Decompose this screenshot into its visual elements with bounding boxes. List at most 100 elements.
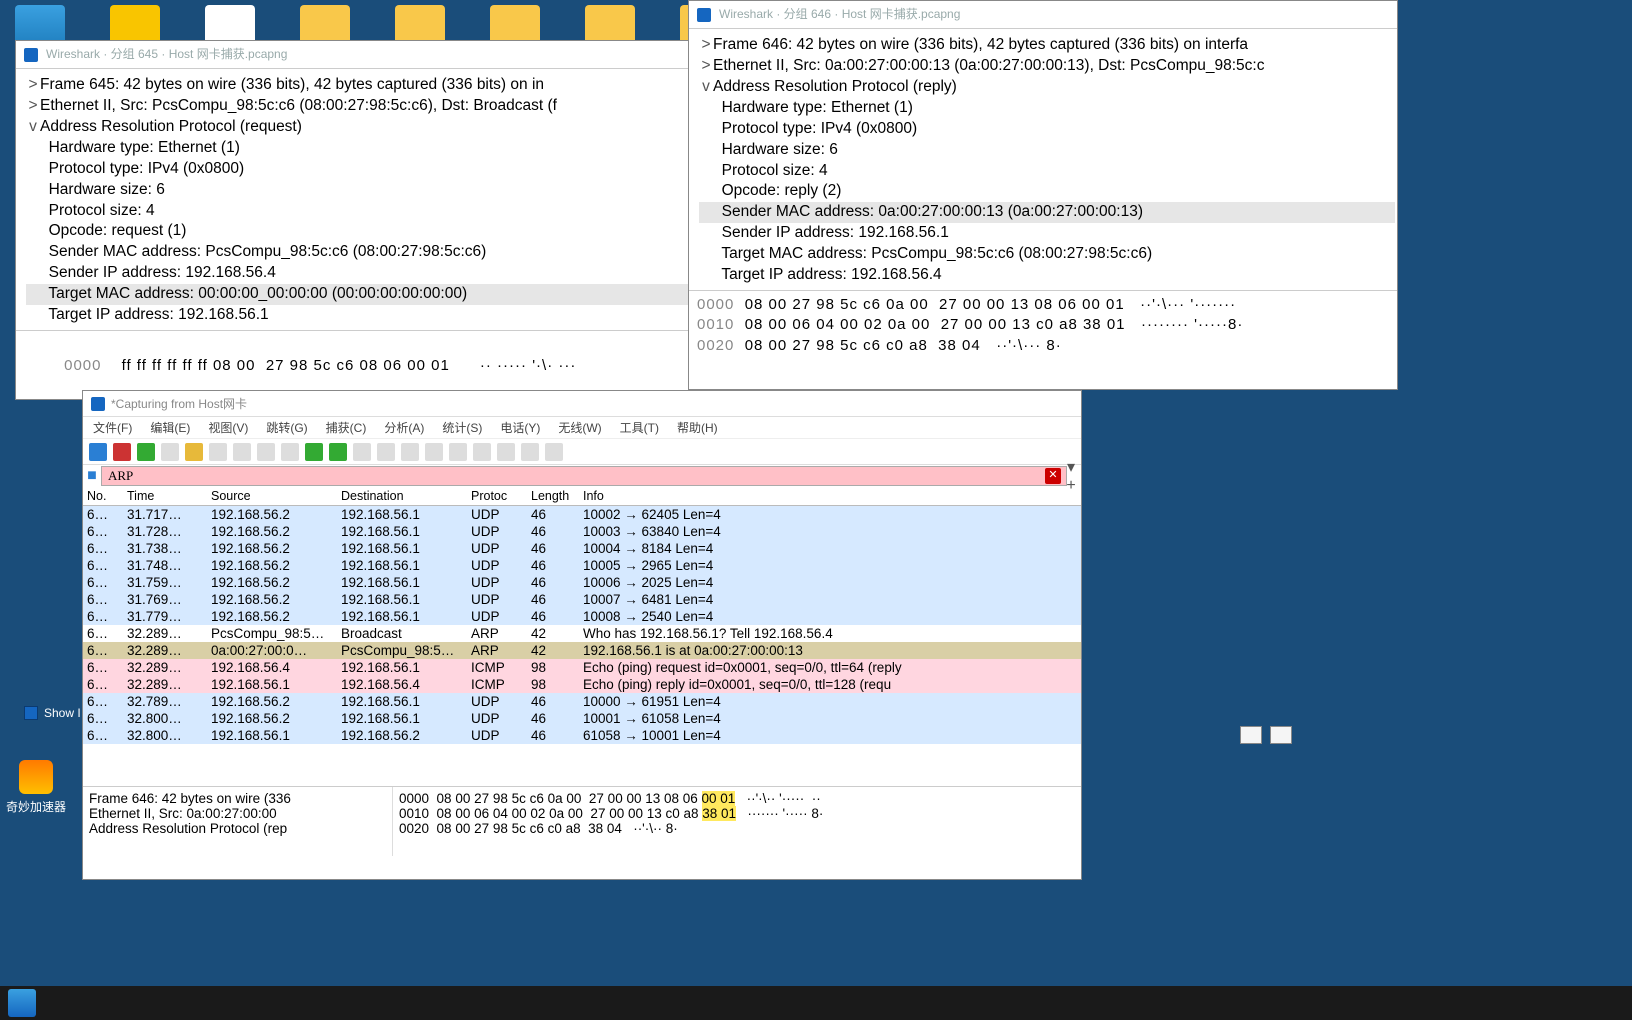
next-button[interactable] — [329, 443, 347, 461]
tree-row[interactable]: Sender MAC address: PcsCompu_98:5c:c6 (0… — [26, 242, 692, 263]
tree-row[interactable]: Sender IP address: 192.168.56.4 — [26, 263, 692, 284]
packet-row[interactable]: 6…32.289…0a:00:27:00:0…PcsCompu_98:5…ARP… — [83, 642, 1081, 659]
packet-row[interactable]: 6…31.738…192.168.56.2192.168.56.1UDP4610… — [83, 540, 1081, 557]
menu-item[interactable]: 无线(W) — [558, 419, 601, 436]
menu-item[interactable]: 跳转(G) — [266, 419, 307, 436]
close-button[interactable] — [233, 443, 251, 461]
app-icon[interactable] — [110, 5, 160, 45]
tree-row[interactable]: >Ethernet II, Src: PcsCompu_98:5c:c6 (08… — [26, 96, 692, 117]
tree-row[interactable]: vAddress Resolution Protocol (reply) — [699, 77, 1395, 98]
reload-button[interactable] — [257, 443, 275, 461]
recycle-bin-icon[interactable] — [15, 5, 65, 45]
open-button[interactable] — [185, 443, 203, 461]
hex-pane[interactable]: 0000 08 00 27 98 5c c6 0a 00 27 00 00 13… — [393, 787, 1081, 856]
prev-button[interactable] — [305, 443, 323, 461]
save-button[interactable] — [209, 443, 227, 461]
menu-item[interactable]: 帮助(H) — [677, 419, 718, 436]
goto-button[interactable] — [353, 443, 371, 461]
tree-row[interactable]: Protocol size: 4 — [699, 161, 1395, 182]
menu-bar[interactable]: 文件(F) 编辑(E) 视图(V) 跳转(G) 捕获(C) 分析(A) 统计(S) 电话(Y)… — [83, 417, 1081, 439]
menu-item[interactable]: 视图(V) — [208, 419, 248, 436]
packet-row[interactable]: 6…32.289…PcsCompu_98:5…BroadcastARP42Who… — [83, 625, 1081, 642]
folder-icon[interactable] — [300, 5, 350, 45]
folder-icon[interactable] — [490, 5, 540, 45]
tree-row[interactable]: Target IP address: 192.168.56.4 — [699, 265, 1395, 286]
packet-row[interactable]: 6…32.289…192.168.56.4192.168.56.1ICMP98E… — [83, 659, 1081, 676]
packet-row[interactable]: 6…32.800…192.168.56.1192.168.56.2UDP4661… — [83, 727, 1081, 744]
tree-row[interactable]: Opcode: request (1) — [26, 221, 692, 242]
menu-item[interactable]: 工具(T) — [620, 419, 659, 436]
zoom-reset-button[interactable] — [521, 443, 539, 461]
show-checkbox[interactable]: Show I — [24, 706, 81, 720]
menu-item[interactable]: 分析(A) — [384, 419, 424, 436]
tree-row[interactable]: >Frame 646: 42 bytes on wire (336 bits),… — [699, 35, 1395, 56]
colorize-button[interactable] — [449, 443, 467, 461]
taskbar[interactable] — [0, 986, 1632, 1020]
checkbox-icon[interactable] — [24, 706, 38, 720]
packet-row[interactable]: 6…32.800…192.168.56.2192.168.56.1UDP4610… — [83, 710, 1081, 727]
hex-pane[interactable]: 0000 08 00 27 98 5c c6 0a 00 27 00 00 13… — [689, 290, 1397, 360]
tree-row[interactable]: >Ethernet II, Src: 0a:00:27:00:00:13 (0a… — [699, 56, 1395, 77]
desktop-shortcut-accelerator[interactable]: 奇妙加速器 — [6, 760, 66, 815]
window-titlebar[interactable]: Wireshark · 分组 646 · Host 网卡捕获.pcapng — [689, 1, 1397, 29]
tree-row[interactable]: Sender IP address: 192.168.56.1 — [699, 223, 1395, 244]
tree-row[interactable]: Protocol size: 4 — [26, 201, 692, 222]
file-icon[interactable] — [205, 5, 255, 45]
menu-item[interactable]: 统计(S) — [442, 419, 482, 436]
tree-row[interactable]: Hardware type: Ethernet (1) — [699, 98, 1395, 119]
menu-item[interactable]: 捕获(C) — [326, 419, 367, 436]
restart-capture-button[interactable] — [137, 443, 155, 461]
start-capture-button[interactable] — [89, 443, 107, 461]
packet-row[interactable]: 6…32.289…192.168.56.1192.168.56.4ICMP98E… — [83, 676, 1081, 693]
tree-row[interactable]: Protocol type: IPv4 (0x0800) — [26, 159, 692, 180]
layout-toggle[interactable] — [1240, 726, 1292, 744]
packet-row[interactable]: 6…31.748…192.168.56.2192.168.56.1UDP4610… — [83, 557, 1081, 574]
layout-option-icon[interactable] — [1240, 726, 1262, 744]
tree-row[interactable]: Target MAC address: PcsCompu_98:5c:c6 (0… — [699, 244, 1395, 265]
layout-option-icon[interactable] — [1270, 726, 1292, 744]
resize-columns-button[interactable] — [545, 443, 563, 461]
packet-list[interactable]: 6…31.717…192.168.56.2192.168.56.1UDP4610… — [83, 506, 1081, 786]
tree-row[interactable]: >Frame 645: 42 bytes on wire (336 bits),… — [26, 75, 692, 96]
window-titlebar[interactable]: Wireshark · 分组 645 · Host 网卡捕获.pcapng — [16, 41, 694, 69]
packet-row[interactable]: 6…32.789…192.168.56.2192.168.56.1UDP4610… — [83, 693, 1081, 710]
tree-row[interactable]: Protocol type: IPv4 (0x0800) — [699, 119, 1395, 140]
display-filter-input[interactable] — [101, 466, 1067, 486]
tree-row[interactable]: Hardware size: 6 — [26, 180, 692, 201]
menu-item[interactable]: 文件(F) — [93, 419, 132, 436]
first-button[interactable] — [377, 443, 395, 461]
tree-row[interactable]: Opcode: reply (2) — [699, 181, 1395, 202]
tree-row[interactable]: Target IP address: 192.168.56.1 — [26, 305, 692, 326]
last-button[interactable] — [401, 443, 419, 461]
packet-row[interactable]: 6…31.728…192.168.56.2192.168.56.1UDP4610… — [83, 523, 1081, 540]
menu-item[interactable]: 电话(Y) — [500, 419, 540, 436]
tree-row[interactable]: Hardware type: Ethernet (1) — [26, 138, 692, 159]
zoom-out-button[interactable] — [497, 443, 515, 461]
find-button[interactable] — [281, 443, 299, 461]
packet-detail-window-645[interactable]: Wireshark · 分组 645 · Host 网卡捕获.pcapng >F… — [15, 40, 695, 400]
filter-clear-button[interactable]: ✕ — [1045, 468, 1061, 484]
packet-row[interactable]: 6…31.769…192.168.56.2192.168.56.1UDP4610… — [83, 591, 1081, 608]
packet-tree[interactable]: >Frame 646: 42 bytes on wire (336 bits),… — [689, 29, 1397, 290]
menu-item[interactable]: 编辑(E) — [150, 419, 190, 436]
capture-window[interactable]: *Capturing from Host网卡 文件(F) 编辑(E) 视图(V) 跳转… — [82, 390, 1082, 880]
folder-icon[interactable] — [395, 5, 445, 45]
stop-capture-button[interactable] — [113, 443, 131, 461]
window-titlebar[interactable]: *Capturing from Host网卡 — [83, 391, 1081, 417]
options-button[interactable] — [161, 443, 179, 461]
zoom-in-button[interactable] — [473, 443, 491, 461]
tree-row[interactable]: Hardware size: 6 — [699, 140, 1395, 161]
folder-icon[interactable] — [585, 5, 635, 45]
packet-row[interactable]: 6…31.717…192.168.56.2192.168.56.1UDP4610… — [83, 506, 1081, 523]
packet-tree[interactable]: >Frame 645: 42 bytes on wire (336 bits),… — [16, 69, 694, 330]
tree-row[interactable]: Sender MAC address: 0a:00:27:00:00:13 (0… — [699, 202, 1395, 223]
packet-detail-window-646[interactable]: Wireshark · 分组 646 · Host 网卡捕获.pcapng >F… — [688, 0, 1398, 390]
packet-row[interactable]: 6…31.759…192.168.56.2192.168.56.1UDP4610… — [83, 574, 1081, 591]
packet-subtree[interactable]: Frame 646: 42 bytes on wire (336Ethernet… — [83, 787, 393, 856]
packet-list-header[interactable]: No.TimeSourceDestinationProtocLengthInfo — [83, 487, 1081, 506]
start-button[interactable] — [8, 989, 36, 1017]
packet-row[interactable]: 6…31.779…192.168.56.2192.168.56.1UDP4610… — [83, 608, 1081, 625]
tree-row[interactable]: Target MAC address: 00:00:00_00:00:00 (0… — [26, 284, 692, 305]
bookmark-icon[interactable]: ■ — [83, 467, 101, 485]
tree-row[interactable]: vAddress Resolution Protocol (request) — [26, 117, 692, 138]
